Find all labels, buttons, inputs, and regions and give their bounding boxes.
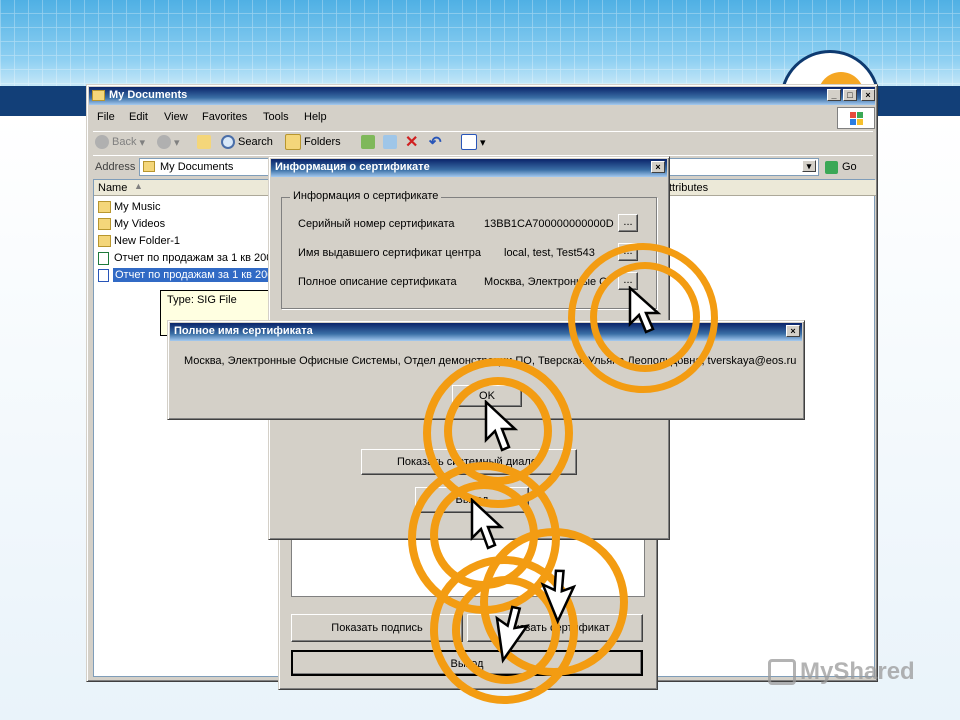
search-button[interactable]: Search bbox=[221, 132, 273, 152]
certificate-name-title: Полное имя сертификата bbox=[174, 325, 313, 337]
sig-file-icon bbox=[98, 269, 109, 282]
mouse-cursor-icon bbox=[484, 400, 519, 452]
sort-ascending-icon: ▲ bbox=[134, 181, 143, 191]
toolbar: Back ▾ ▾ Search Folders ✕ ↶ ▾ bbox=[93, 131, 873, 153]
folder-icon bbox=[143, 161, 155, 172]
address-label: Address bbox=[95, 161, 136, 173]
menu-view[interactable]: View bbox=[164, 111, 188, 123]
folder-icon bbox=[98, 235, 111, 247]
search-icon bbox=[221, 135, 235, 149]
folders-icon bbox=[285, 134, 301, 150]
mouse-cursor-icon bbox=[540, 569, 577, 625]
chevron-down-icon: ▾ bbox=[480, 136, 486, 149]
serial-number-value: 13BB1CA700000000000D bbox=[484, 218, 614, 230]
list-item[interactable]: New Folder-1 bbox=[96, 234, 276, 250]
certificate-dialog-title: Информация о сертификате bbox=[275, 161, 430, 173]
explorer-title: My Documents bbox=[109, 89, 188, 101]
go-button[interactable]: Go bbox=[825, 159, 869, 175]
column-header-name[interactable]: Name ▲ bbox=[94, 180, 274, 196]
excel-file-icon bbox=[98, 252, 109, 265]
issuer-label: Имя выдавшего сертификат центра bbox=[298, 247, 482, 259]
full-description-label: Полное описание сертификата bbox=[298, 276, 457, 288]
serial-number-label: Серийный номер сертификата bbox=[298, 218, 455, 230]
back-arrow-icon bbox=[95, 135, 109, 149]
watermark: MyShared bbox=[768, 658, 915, 686]
list-item-selected[interactable]: Отчет по продажам за 1 кв 200 bbox=[96, 268, 276, 284]
certificate-dialog-title-bar[interactable]: Информация о сертификате × bbox=[271, 159, 667, 177]
undo-icon: ↶ bbox=[429, 134, 442, 151]
forward-arrow-icon bbox=[157, 135, 171, 149]
mouse-cursor-icon bbox=[628, 286, 662, 334]
delete-x-icon: ✕ bbox=[405, 134, 419, 151]
close-icon[interactable]: × bbox=[786, 325, 800, 337]
views-icon bbox=[461, 134, 477, 150]
undo-button[interactable]: ↶ bbox=[429, 132, 442, 152]
move-to-button[interactable] bbox=[361, 132, 375, 152]
chevron-down-icon: ▾ bbox=[174, 136, 180, 149]
copy-to-button[interactable] bbox=[383, 132, 397, 152]
certificate-group-label: Информация о сертификате bbox=[290, 190, 442, 202]
mouse-cursor-icon bbox=[470, 498, 505, 550]
menu-edit[interactable]: Edit bbox=[129, 111, 148, 123]
up-folder-icon bbox=[197, 135, 211, 149]
video-folder-icon bbox=[98, 218, 111, 230]
delete-button[interactable]: ✕ bbox=[405, 132, 418, 152]
move-to-icon bbox=[361, 135, 375, 149]
address-dropdown-icon[interactable]: ▾ bbox=[802, 160, 816, 172]
up-folder-button[interactable] bbox=[197, 132, 211, 152]
back-button[interactable]: Back ▾ bbox=[95, 132, 145, 152]
watermark-text: MyShared bbox=[800, 658, 915, 685]
list-item[interactable]: Отчет по продажам за 1 кв 200 bbox=[96, 251, 276, 267]
column-header-attributes[interactable]: ttributes bbox=[664, 180, 876, 196]
folder-icon bbox=[92, 90, 105, 101]
copy-to-icon bbox=[383, 135, 397, 149]
list-item[interactable]: My Videos bbox=[96, 217, 276, 233]
close-icon[interactable]: × bbox=[651, 161, 665, 173]
forward-button[interactable]: ▾ bbox=[157, 132, 180, 152]
maximize-icon[interactable]: □ bbox=[843, 89, 857, 101]
mouse-cursor-icon bbox=[495, 605, 530, 664]
menu-file[interactable]: File bbox=[97, 111, 115, 123]
menu-tools[interactable]: Tools bbox=[263, 111, 289, 123]
views-button[interactable]: ▾ bbox=[461, 132, 486, 152]
close-icon[interactable]: × bbox=[861, 89, 875, 101]
serial-number-more-button[interactable]: ... bbox=[618, 214, 638, 232]
menu-bar: File Edit View Favorites Tools Help bbox=[97, 111, 797, 127]
issuer-value: local, test, Test543 bbox=[504, 247, 595, 259]
menu-help[interactable]: Help bbox=[304, 111, 327, 123]
watermark-logo-icon bbox=[768, 659, 796, 685]
menu-favorites[interactable]: Favorites bbox=[202, 111, 247, 123]
explorer-title-bar[interactable]: My Documents _ □ × bbox=[89, 87, 875, 105]
chevron-down-icon: ▾ bbox=[139, 136, 145, 149]
windows-logo-icon bbox=[837, 107, 875, 129]
music-folder-icon bbox=[98, 201, 111, 213]
go-arrow-icon bbox=[825, 160, 838, 174]
minimize-icon[interactable]: _ bbox=[827, 89, 841, 101]
list-item[interactable]: My Music bbox=[96, 200, 276, 216]
folders-button[interactable]: Folders bbox=[285, 132, 341, 152]
